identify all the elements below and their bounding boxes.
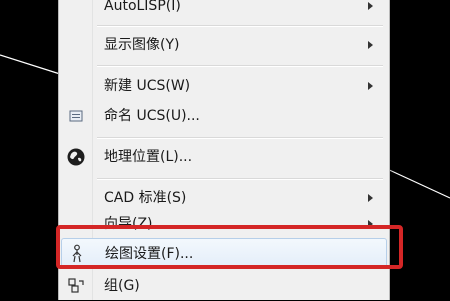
menu-separator bbox=[97, 137, 383, 139]
menu-item-group[interactable]: 组(G) bbox=[61, 271, 387, 301]
menu-item-label: 新建 UCS(W) bbox=[104, 78, 191, 94]
red-highlight-frame bbox=[56, 225, 403, 269]
menu-item-geo-location[interactable]: 地理位置(L)... bbox=[61, 142, 387, 172]
submenu-arrow-icon bbox=[368, 194, 373, 202]
menu-item-label: AutoLISP(I) bbox=[104, 0, 181, 14]
menu-item-autolisp[interactable]: AutoLISP(I) bbox=[61, 0, 387, 21]
submenu-arrow-icon bbox=[368, 82, 373, 90]
globe-icon bbox=[65, 147, 87, 167]
submenu-arrow-icon bbox=[368, 2, 373, 10]
menu-separator bbox=[97, 25, 383, 27]
menu-item-label: 地理位置(L)... bbox=[104, 149, 193, 165]
ucs-icon bbox=[65, 106, 87, 126]
menu-item-display-image[interactable]: 显示图像(Y) bbox=[61, 30, 387, 60]
menu-item-new-ucs[interactable]: 新建 UCS(W) bbox=[61, 71, 387, 101]
menu-item-label: 命名 UCS(U)... bbox=[104, 108, 200, 124]
menu-item-label: 组(G) bbox=[104, 278, 140, 294]
menu-item-label: CAD 标准(S) bbox=[104, 190, 187, 206]
submenu-arrow-icon bbox=[368, 41, 373, 49]
menu-separator bbox=[97, 65, 383, 67]
menu-separator bbox=[97, 178, 383, 180]
group-icon bbox=[65, 276, 87, 296]
menu-item-label: 显示图像(Y) bbox=[104, 37, 180, 53]
menu-item-named-ucs[interactable]: 命名 UCS(U)... bbox=[61, 101, 387, 131]
